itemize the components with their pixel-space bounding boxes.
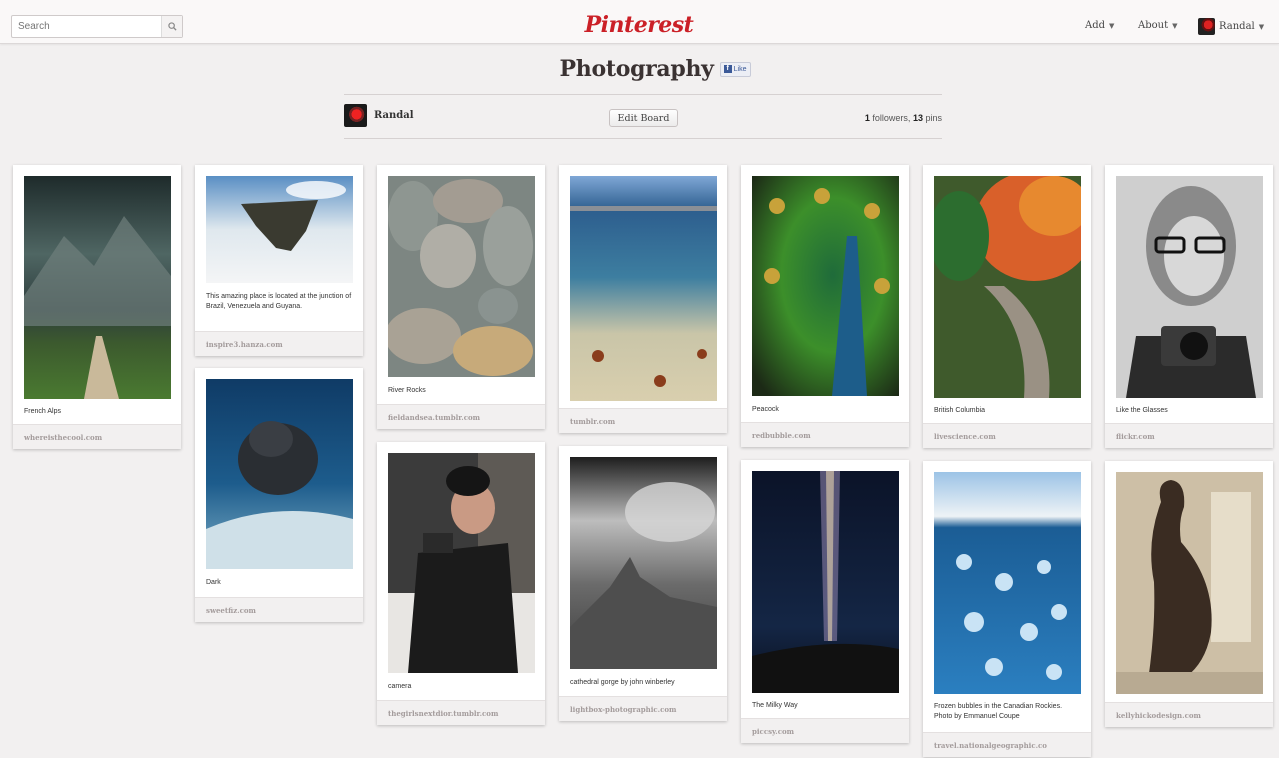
pin-card[interactable]: River Rocks fieldandsea.tumblr.com (377, 165, 545, 429)
pin-card[interactable]: French Alps whereisthecool.com (13, 165, 181, 449)
pin-source-link[interactable]: sweetfiz.com (195, 597, 363, 622)
top-navigation-bar: Pinterest Add ▼ About ▼ Randal ▼ (0, 0, 1279, 44)
pin-source-link[interactable]: flickr.com (1105, 423, 1273, 448)
pin-description: British Columbia (934, 407, 985, 414)
pin-source-link[interactable]: kellyhickodesign.com (1105, 702, 1273, 727)
add-menu-label: Add (1085, 20, 1106, 31)
pin-source-link[interactable]: redbubble.com (741, 422, 909, 447)
divider (344, 138, 942, 139)
pin-description: River Rocks (388, 387, 426, 394)
pin-card[interactable]: Frozen bubbles in the Canadian Rockies. … (923, 461, 1091, 757)
pins-count: 13 (912, 113, 923, 123)
add-menu[interactable]: Add ▼ (1085, 20, 1114, 31)
pin-source-link[interactable]: travel.nationalgeographic.co (923, 732, 1091, 757)
pinterest-logo[interactable]: Pinterest (560, 12, 718, 38)
pin-card[interactable]: tumblr.com (559, 165, 727, 433)
avatar (344, 104, 367, 127)
user-menu[interactable]: Randal ▼ (1198, 18, 1264, 35)
pin-source-link[interactable]: lightbox-photographic.com (559, 696, 727, 721)
pin-image-woman-glasses[interactable] (1116, 176, 1263, 398)
pin-image-starfish-sea[interactable] (570, 176, 717, 401)
pin-card[interactable]: Dark sweetfiz.com (195, 368, 363, 622)
pin-card[interactable]: Like the Glasses flickr.com (1105, 165, 1273, 448)
pin-description: French Alps (24, 408, 61, 415)
search-input[interactable] (12, 16, 161, 37)
pin-image-peacock[interactable] (752, 176, 899, 396)
pin-card[interactable]: kellyhickodesign.com (1105, 461, 1273, 727)
pin-source-link[interactable]: fieldandsea.tumblr.com (377, 404, 545, 429)
pin-image-volcano[interactable] (206, 379, 353, 569)
search-button[interactable] (161, 16, 182, 37)
pin-description: The Milky Way (752, 702, 798, 709)
chevron-down-icon: ▼ (1172, 21, 1178, 30)
board-title: Photography (559, 56, 714, 82)
followers-count: 1 (864, 113, 870, 123)
user-menu-label: Randal (1219, 21, 1255, 32)
facebook-like-button[interactable]: f Like (719, 61, 751, 77)
pin-source-link[interactable]: livescience.com (923, 423, 1091, 448)
pin-source-link[interactable]: whereisthecool.com (13, 424, 181, 449)
pin-card[interactable]: camera thegirlsnextdior.tumblr.com (377, 442, 545, 725)
pin-image-frozen-bubbles[interactable] (934, 472, 1081, 694)
board-owner[interactable]: Randal (344, 104, 414, 127)
pin-description: Dark (206, 579, 221, 586)
facebook-icon: f (723, 65, 732, 73)
pin-image-mountain-road[interactable] (24, 176, 171, 399)
pin-image-river-rocks[interactable] (388, 176, 535, 377)
pin-source-link[interactable]: inspire3.hanza.com (195, 331, 363, 356)
avatar (1198, 18, 1215, 35)
pin-description: Peacock (752, 406, 779, 413)
chevron-down-icon: ▼ (1109, 21, 1115, 30)
search-box (11, 15, 183, 38)
pin-image-camera-woman[interactable] (388, 453, 535, 673)
chevron-down-icon: ▼ (1258, 22, 1265, 31)
divider (344, 94, 942, 95)
owner-name: Randal (374, 110, 414, 121)
board-title-row: Photography f Like (559, 56, 751, 82)
pin-card[interactable]: British Columbia livescience.com (923, 165, 1091, 448)
search-icon (167, 22, 177, 31)
pin-card[interactable]: Peacock redbubble.com (741, 165, 909, 447)
pin-image-floating-mesa[interactable] (206, 176, 353, 283)
like-label: Like (733, 65, 747, 73)
pin-image-autumn-garden[interactable] (934, 176, 1081, 398)
pin-description: camera (388, 683, 412, 690)
followers-label: followers, (872, 113, 911, 123)
pin-description: Frozen bubbles in the Canadian Rockies. … (934, 703, 1063, 720)
board-stats: 1 followers, 13 pins (800, 113, 942, 123)
pin-source-link[interactable]: piccsy.com (741, 718, 909, 743)
pin-image-milky-way[interactable] (752, 471, 899, 693)
pin-description: This amazing place is located at the jun… (206, 293, 352, 310)
pin-card[interactable]: This amazing place is located at the jun… (195, 165, 363, 356)
edit-board-button[interactable]: Edit Board (609, 109, 678, 127)
pin-source-link[interactable]: tumblr.com (559, 408, 727, 433)
pin-description: cathedral gorge by john winberley (570, 679, 675, 686)
about-menu[interactable]: About ▼ (1138, 20, 1178, 31)
pin-image-cathedral-gorge[interactable] (570, 457, 717, 669)
pin-source-link[interactable]: thegirlsnextdior.tumblr.com (377, 700, 545, 725)
pin-card[interactable]: cathedral gorge by john winberley lightb… (559, 446, 727, 721)
pin-image-silhouette[interactable] (1116, 472, 1263, 694)
pins-label: pins (925, 113, 942, 123)
pin-card[interactable]: The Milky Way piccsy.com (741, 460, 909, 743)
about-menu-label: About (1138, 20, 1169, 31)
pin-description: Like the Glasses (1116, 407, 1168, 414)
